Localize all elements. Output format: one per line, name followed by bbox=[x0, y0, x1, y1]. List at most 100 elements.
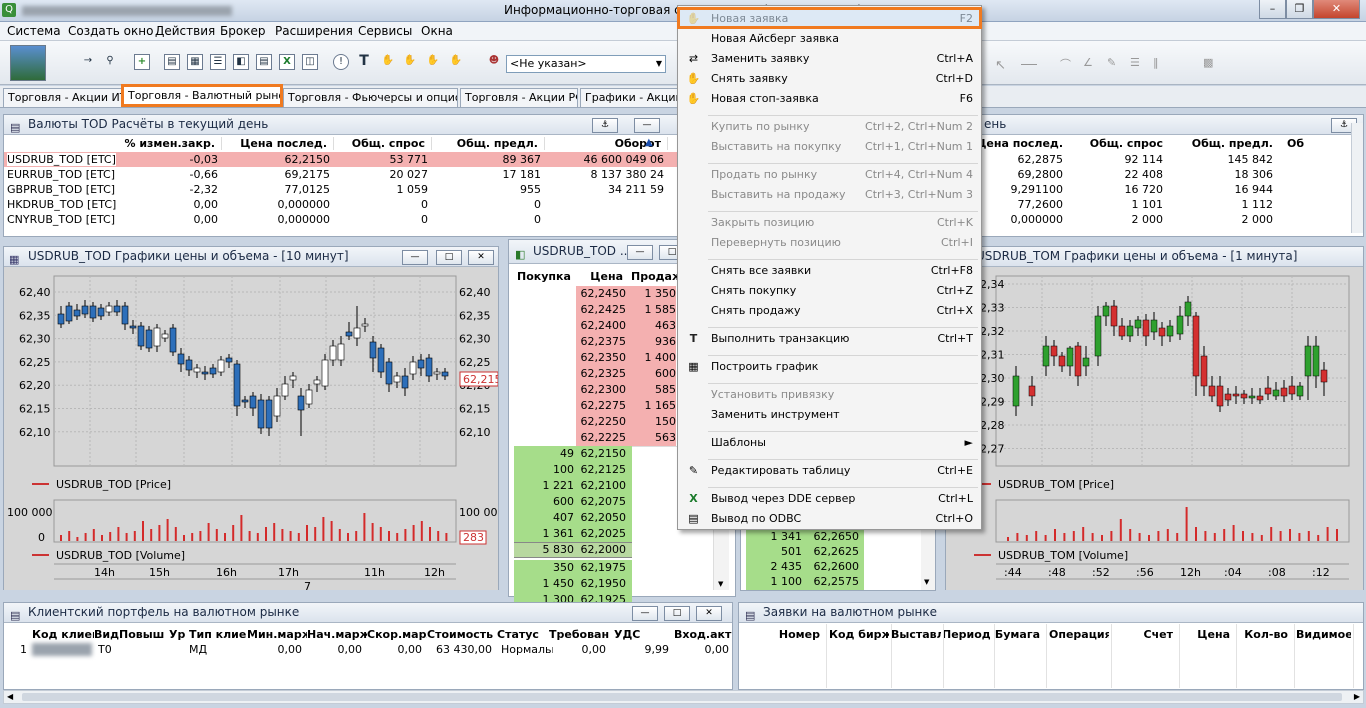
maximize-button[interactable]: ❐ bbox=[1286, 0, 1313, 19]
menu-item-13[interactable]: Снять продажу Ctrl+X bbox=[678, 301, 981, 321]
bid-price[interactable]: 62,2050 bbox=[576, 511, 627, 524]
price-volume-chart[interactable]: 62,40 62,40 62,35 62,35 62,30 62,30 62,25 62,25… bbox=[4, 268, 498, 590]
cursor-icon[interactable]: ↖ bbox=[995, 58, 1006, 73]
minimize-button[interactable]: – bbox=[1259, 0, 1286, 19]
orders-icon[interactable]: ▤ bbox=[256, 54, 272, 70]
table-row[interactable]: CNYRUB_TOD [ETC] 0,00 0,000000 0 0 bbox=[4, 212, 684, 227]
hand-icon[interactable]: ✋ bbox=[380, 54, 396, 70]
ask-price[interactable]: 62,2275 bbox=[576, 399, 627, 412]
bid-volume[interactable]: 5 830 bbox=[514, 543, 575, 556]
scroll-right-icon[interactable]: ▶ bbox=[1354, 692, 1360, 701]
col-header[interactable]: Статус bbox=[497, 628, 549, 641]
col-header[interactable]: Номер bbox=[769, 628, 824, 641]
price-volume-chart-tom[interactable]: 2,34 2,33 2,32 2,31 2,30 2,29 2,28 2,27 USDRUB_T… bbox=[946, 268, 1363, 590]
col-header[interactable]: Ур bbox=[169, 628, 189, 641]
menu-item-6[interactable]: Выставить на покупку Ctrl+1, Ctrl+Num 1 bbox=[678, 137, 981, 157]
sort-asc-icon[interactable]: ▲ bbox=[645, 137, 653, 148]
menu-0[interactable]: Система bbox=[7, 24, 61, 38]
menu-1[interactable]: Создать окно bbox=[68, 24, 153, 38]
bid-price[interactable]: 62,2650 bbox=[803, 530, 860, 543]
bid-price[interactable]: 62,2625 bbox=[803, 545, 860, 558]
col-header[interactable]: Вид bbox=[94, 628, 119, 641]
ask-volume[interactable]: 1 165 bbox=[632, 399, 677, 412]
menu-5[interactable]: Сервисы bbox=[358, 24, 412, 38]
bid-price[interactable]: 62,2575 bbox=[803, 575, 860, 588]
menu-2[interactable]: Действия bbox=[155, 24, 215, 38]
col-header[interactable]: Счет bbox=[1117, 628, 1177, 641]
menu-item-21[interactable]: ▤ Вывод по ODBC Ctrl+O bbox=[678, 509, 981, 529]
bid-volume[interactable]: 350 bbox=[514, 561, 574, 574]
panel-maximize-button[interactable]: □ bbox=[436, 250, 462, 265]
alert-icon[interactable]: ! bbox=[333, 54, 349, 70]
tab-charts-stocks[interactable]: Графики - Акции Р bbox=[580, 88, 680, 107]
panel-close-button[interactable]: ✕ bbox=[468, 250, 494, 265]
menu-item-18[interactable]: Шаблоны ► bbox=[678, 433, 981, 453]
table-row[interactable]: GBPRUB_TOD [ETC] -2,32 77,0125 1 059 955 34 2… bbox=[4, 182, 684, 197]
bid-price[interactable]: 62,1975 bbox=[576, 561, 627, 574]
bid-volume[interactable]: 1 100 bbox=[746, 575, 803, 588]
bid-volume[interactable]: 407 bbox=[514, 511, 574, 524]
col-header[interactable]: Общ. спрос bbox=[1071, 137, 1171, 150]
transaction-toolbar-icon[interactable]: T bbox=[356, 54, 372, 70]
copy-icon[interactable]: ◫ bbox=[302, 54, 318, 70]
menu-item-11[interactable]: Снять все заявки Ctrl+F8 bbox=[678, 261, 981, 281]
col-header[interactable]: Общ. предл. bbox=[1171, 137, 1281, 150]
menu-4[interactable]: Расширения bbox=[275, 24, 353, 38]
orderbook-tom-scrollbar[interactable]: ▼ bbox=[921, 530, 935, 590]
ask-price[interactable]: 62,2300 bbox=[576, 383, 627, 396]
bid-volume[interactable]: 2 435 bbox=[746, 560, 803, 573]
ask-price[interactable]: 62,2250 bbox=[576, 415, 627, 428]
key-off-icon[interactable]: ⚲ bbox=[102, 54, 118, 70]
menu-item-10[interactable]: Перевернуть позицию Ctrl+I bbox=[678, 233, 981, 253]
col-header[interactable]: Выставл bbox=[891, 628, 941, 641]
ask-volume[interactable]: 936 bbox=[632, 335, 676, 348]
bid-price[interactable]: 62,1950 bbox=[576, 577, 627, 590]
tab-stocks-rf[interactable]: Торговля - Акции РФ bbox=[460, 88, 578, 107]
bid-volume[interactable]: 1 341 bbox=[746, 530, 803, 543]
ask-volume[interactable]: 1 400 bbox=[632, 351, 677, 364]
col-header[interactable]: Повыш bbox=[119, 628, 169, 641]
col-header[interactable]: Об bbox=[1281, 137, 1351, 150]
ask-volume[interactable]: 1 585 bbox=[632, 303, 677, 316]
pen-tool-icon[interactable]: ✎ bbox=[1107, 56, 1116, 69]
bid-price[interactable]: 62,2600 bbox=[803, 560, 860, 573]
bid-price[interactable]: 62,2150 bbox=[576, 447, 627, 460]
panel-minimize-button[interactable]: — bbox=[634, 118, 660, 133]
col-header[interactable]: % измен.закр. bbox=[124, 137, 222, 150]
ask-volume[interactable]: 600 bbox=[632, 367, 676, 380]
ask-price[interactable]: 62,2325 bbox=[576, 367, 627, 380]
orderbook-col-header[interactable]: Покупка bbox=[517, 270, 575, 283]
add-window-icon[interactable]: + bbox=[134, 54, 150, 70]
chart-window-icon[interactable]: ▦ bbox=[187, 54, 203, 70]
col-header[interactable]: Период bbox=[942, 628, 992, 641]
scroll-down-icon[interactable]: ▼ bbox=[924, 578, 929, 586]
col-header[interactable]: Требован bbox=[549, 628, 614, 641]
bid-price[interactable]: 62,2100 bbox=[576, 479, 627, 492]
ask-price[interactable]: 62,2375 bbox=[576, 335, 627, 348]
col-header[interactable]: Вход.акти bbox=[674, 628, 732, 641]
ask-price[interactable]: 62,2425 bbox=[576, 303, 627, 316]
ask-price[interactable]: 62,2400 bbox=[576, 319, 627, 332]
col-header[interactable]: УДС bbox=[614, 628, 674, 641]
ask-volume[interactable]: 150 bbox=[632, 415, 676, 428]
col-header[interactable]: Тип клиен bbox=[189, 628, 247, 641]
col-header[interactable]: Цена bbox=[1194, 628, 1234, 641]
menu-item-16[interactable]: Установить привязку bbox=[678, 385, 981, 405]
key-icon[interactable]: → bbox=[80, 54, 96, 70]
scroll-down-icon[interactable]: ▼ bbox=[718, 580, 723, 588]
connect-icon[interactable] bbox=[10, 45, 46, 81]
levels-tool-icon[interactable]: ☰ bbox=[1130, 56, 1140, 69]
col-header[interactable]: Операция bbox=[1049, 628, 1109, 641]
excel-toolbar-icon[interactable]: X bbox=[279, 54, 295, 70]
bid-price[interactable]: 62,2075 bbox=[576, 495, 627, 508]
menu-item-19[interactable]: ✎ Редактировать таблицу Ctrl+E bbox=[678, 461, 981, 481]
col-header[interactable]: Скор.марж bbox=[367, 628, 427, 641]
horizontal-scrollbar[interactable]: ◀ ▶ bbox=[3, 690, 1364, 704]
fan-tool-icon[interactable]: ∠ bbox=[1083, 56, 1093, 69]
scrollbar[interactable] bbox=[1351, 123, 1363, 233]
bid-volume[interactable]: 1 361 bbox=[514, 527, 575, 540]
menu-item-12[interactable]: Снять покупку Ctrl+Z bbox=[678, 281, 981, 301]
bid-volume[interactable]: 49 bbox=[514, 447, 574, 460]
col-header[interactable]: Кол-во bbox=[1244, 628, 1292, 641]
menu-item-9[interactable]: Закрыть позицию Ctrl+K bbox=[678, 213, 981, 233]
